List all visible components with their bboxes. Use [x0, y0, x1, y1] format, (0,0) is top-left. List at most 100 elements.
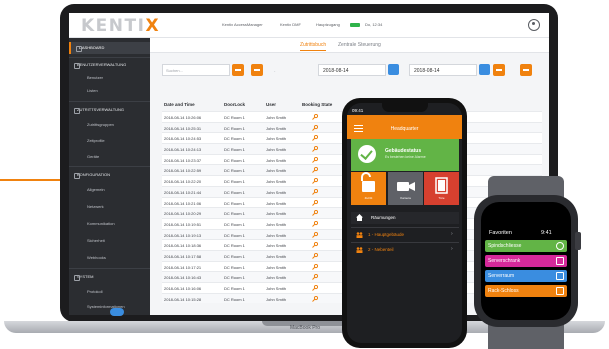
user-cell: John Smith [266, 147, 287, 153]
evacuation-item-label: 2 - Nebenteil [368, 247, 394, 252]
key-icon [312, 220, 318, 227]
tab-zentrale-steuerung[interactable]: Zentrale Steuerung [338, 42, 381, 48]
key-icon [312, 274, 318, 281]
sidebar-item-system[interactable]: SYSTEM [69, 271, 150, 283]
export-button[interactable] [520, 64, 532, 76]
column-header-booking-state[interactable]: Booking State [302, 102, 332, 107]
chevron-right-icon: › [451, 231, 453, 237]
unlock-icon [361, 172, 375, 192]
key-icon [312, 124, 318, 131]
tile-zutritt[interactable] [351, 172, 386, 205]
date-to-input[interactable]: 2018-08-14 [409, 64, 477, 76]
date-cell: 2018-08-14 10:23:37 [164, 157, 202, 163]
user-account-icon[interactable] [528, 19, 540, 31]
doorlock-cell: DC Room 1 [224, 232, 245, 238]
kentix-logo: KENTIX [81, 16, 161, 36]
sidebar-item-protokoll[interactable]: Protokoll [69, 286, 150, 298]
chevron-right-icon: › [451, 246, 453, 252]
sidebar-item-sicherheit[interactable]: Sicherheit [69, 235, 150, 247]
date-cell: 2018-08-14 10:19:13 [164, 232, 202, 238]
watch-favorite-item[interactable]: Serverschrank [485, 255, 567, 267]
sidebar-item-zeitprofile[interactable]: Zeitprofile [69, 135, 150, 147]
watch-favorite-label: Rack-Schloss [488, 288, 519, 294]
watch-favorite-item[interactable]: Rack-Schloss [485, 285, 567, 297]
date-cell: 2018-08-14 10:16:06 [164, 286, 202, 291]
search-input[interactable]: Suchen... [162, 64, 230, 76]
date-cell: 2018-08-14 10:15:28 [164, 296, 202, 302]
user-cell: John Smith [266, 168, 287, 174]
sidebar-item-konfiguration[interactable]: KONFIGURATION [69, 169, 150, 181]
top-info-device: Kentix DMF [280, 22, 301, 27]
date-cell: 2018-08-14 10:26:06 [164, 115, 202, 120]
user-cell: John Smith [266, 157, 287, 163]
camera-icon [397, 182, 415, 191]
user-cell: John Smith [266, 253, 287, 259]
sidebar-divider [69, 268, 150, 269]
user-cell: John Smith [266, 264, 287, 270]
date-cell: 2018-08-14 10:24:13 [164, 147, 202, 153]
watch-crown[interactable] [575, 232, 581, 250]
sidebar-item-geraete[interactable]: Geräte [69, 151, 150, 163]
key-icon [312, 199, 318, 206]
sidebar-item-allgemein[interactable]: Allgemein [69, 184, 150, 196]
sidebar-item-zutrittsgruppen[interactable]: Zutrittsgruppen [69, 119, 150, 131]
doorlock-cell: DC Room 1 [224, 243, 245, 249]
doorlock-cell: DC Room 1 [224, 264, 245, 270]
sidebar-item-kommunikation[interactable]: Kommunikation [69, 218, 150, 230]
tile-label-zutritt: Zutritt [364, 196, 373, 200]
sidebar-item-netzwerk[interactable]: Netzwerk [69, 201, 150, 213]
doorlock-cell: DC Room 1 [224, 275, 245, 281]
user-cell: John Smith [266, 275, 287, 281]
user-cell: John Smith [266, 200, 287, 206]
key-icon [312, 178, 318, 184]
doorlock-cell: DC Room 1 [224, 221, 245, 227]
phone-title: Headquarter [390, 126, 419, 132]
doorlock-cell: DC Room 1 [224, 189, 245, 195]
tile-label-tuere: Türe [438, 196, 445, 200]
phone-notch [382, 103, 428, 112]
date-cell: 2018-08-14 10:25:31 [164, 125, 202, 131]
search-button[interactable] [232, 64, 244, 76]
date-to-calendar-button[interactable] [479, 64, 490, 75]
watch-title: Favoriten [489, 230, 512, 236]
tile-label-kamera: Kamera [400, 196, 411, 200]
sidebar-divider [69, 166, 150, 167]
status-card-title: Gebäudestatus [385, 148, 422, 154]
evacuation-section-header [351, 212, 459, 224]
key-icon [312, 242, 318, 249]
sidebar-toggle[interactable] [110, 308, 124, 316]
key-icon [312, 252, 318, 259]
sidebar-item-zutrittsverwaltung[interactable]: ZUTRITTSVERWALTUNG [69, 104, 150, 116]
sidebar-item-benutzer[interactable]: Benutzer [69, 72, 150, 84]
sidebar-item-webhooks[interactable]: Webhooks [69, 252, 150, 264]
refresh-button[interactable] [493, 64, 505, 76]
sidebar-item-listen[interactable]: Listen [69, 85, 150, 97]
key-icon [312, 114, 318, 120]
battery-icon [350, 23, 360, 27]
doorlock-cell: DC Room 1 [224, 286, 245, 291]
tab-zutrittsbuch[interactable]: Zutrittsbuch [300, 42, 327, 51]
tile-kamera[interactable] [388, 172, 423, 205]
column-header-date[interactable]: Date and Time [164, 102, 195, 107]
key-icon [312, 285, 318, 291]
date-from-calendar-button[interactable] [388, 64, 399, 75]
tile-tuere[interactable] [424, 172, 459, 205]
check-icon [358, 145, 376, 163]
column-header-user[interactable]: User [266, 102, 276, 107]
sidebar-item-dashboard[interactable]: DASHBOARD [69, 42, 150, 54]
status-card-subtitle: Es bestehen keine Alarme [385, 155, 426, 159]
watch-favorite-item[interactable]: Serverraum [485, 270, 567, 282]
filter-button[interactable] [251, 64, 263, 76]
sidebar-item-benutzerverwaltung[interactable]: BENUTZERVERWALTUNG [69, 59, 150, 71]
date-cell: 2018-08-14 10:19:51 [164, 221, 202, 227]
doorlock-cell: DC Room 1 [224, 211, 245, 217]
date-from-input[interactable]: 2018-08-14 [318, 64, 386, 76]
key-icon [312, 295, 318, 302]
filter-separator: - [274, 68, 276, 73]
top-info-door: Hauptzugang [316, 22, 340, 27]
date-cell: 2018-08-14 10:24:53 [164, 136, 202, 142]
column-header-doorlock[interactable]: DoorLock [224, 102, 245, 107]
evacuation-section-label: Räumungen [371, 215, 396, 220]
key-icon [556, 287, 564, 295]
watch-favorite-item[interactable]: Spindschliesse [485, 240, 567, 252]
